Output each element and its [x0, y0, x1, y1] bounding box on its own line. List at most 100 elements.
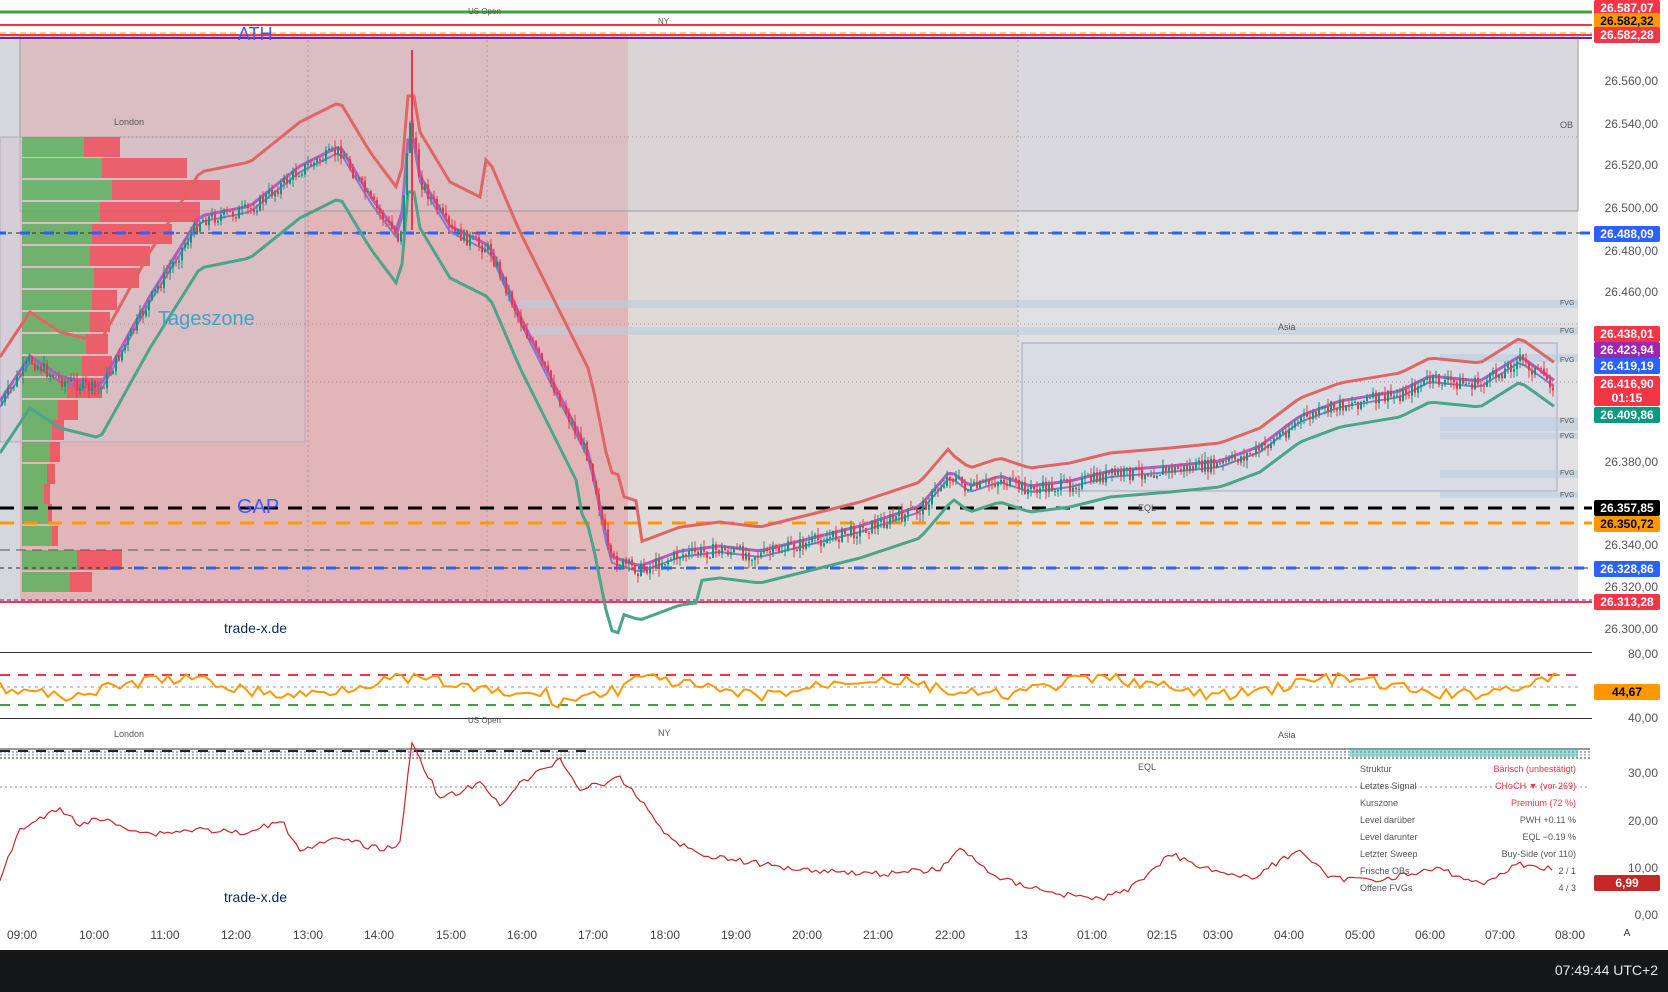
- candle-body: [103, 387, 105, 389]
- candle-body: [418, 149, 420, 177]
- candle-body: [868, 532, 870, 534]
- candle-body: [1207, 459, 1209, 473]
- candle-body: [535, 341, 537, 349]
- candle-body: [130, 329, 132, 336]
- watermark-lower: trade-x.de: [224, 889, 288, 905]
- info-table-row: Letzter Sweep Buy-Side (vor 110): [1360, 849, 1576, 865]
- candle-body: [1144, 474, 1146, 480]
- candle-body: [799, 539, 801, 551]
- indicator-tick: 30,00: [1627, 766, 1658, 780]
- price-badge: 26.438,01: [1594, 326, 1660, 342]
- price-axis[interactable]: 26.560,00 26.540,00 26.520,00 26.500,00 26.4…: [1592, 0, 1668, 942]
- time-tick: 21:00: [862, 928, 894, 942]
- candle-body: [673, 552, 675, 560]
- candle-body: [1543, 368, 1545, 376]
- price-tick: 26.380,00: [1604, 455, 1658, 469]
- candle-body: [538, 348, 540, 354]
- fvg-label: FVG: [1560, 357, 1575, 364]
- candle-body: [622, 559, 624, 568]
- candle-body: [859, 526, 861, 537]
- candle-body: [1108, 471, 1110, 474]
- candle-body: [1366, 397, 1368, 401]
- time-tick: 22:00: [934, 928, 966, 942]
- auto-scale-button[interactable]: A: [1619, 926, 1635, 942]
- candle-body: [1378, 392, 1380, 403]
- time-tick: 15:00: [435, 928, 467, 942]
- time-axis[interactable]: 09:00 10:00 11:00 12:00 13:00 14:00 15:00 16:00…: [0, 922, 1592, 948]
- candle-body: [472, 236, 474, 238]
- info-table-value: EQL −0.19 %: [1522, 832, 1576, 842]
- candle-body: [1453, 379, 1455, 383]
- info-table-row: Letztes Signal CHoCH ▼ (vor 269): [1360, 781, 1576, 797]
- candle-body: [100, 387, 102, 389]
- candle-body: [1405, 389, 1407, 395]
- candle-body: [1138, 467, 1140, 470]
- candle-body: [1099, 474, 1101, 482]
- candle-body: [1414, 383, 1416, 393]
- info-table-value: 4 / 3: [1558, 883, 1576, 893]
- candle-body: [874, 520, 876, 529]
- candle-body: [697, 551, 699, 555]
- candle-body: [1243, 456, 1245, 461]
- candle-body: [1438, 374, 1440, 385]
- candle-body: [811, 537, 813, 542]
- candle-body: [889, 515, 891, 525]
- candle-body: [775, 544, 777, 548]
- candle-body: [1504, 368, 1506, 379]
- time-tick: 05:00: [1344, 928, 1376, 942]
- candle-body: [847, 533, 849, 536]
- candle-body: [313, 162, 315, 167]
- candle-body: [1336, 408, 1338, 411]
- candle-body: [745, 552, 747, 560]
- candle-body: [154, 289, 156, 291]
- candle-body: [115, 355, 117, 372]
- candle-body: [565, 405, 567, 414]
- candle-body: [664, 564, 666, 566]
- rsi-pane[interactable]: [0, 653, 1592, 717]
- candle-body: [1267, 445, 1269, 448]
- time-tick: 11:00: [150, 928, 180, 942]
- candle-body: [439, 207, 441, 210]
- candle-body: [307, 163, 309, 165]
- candle-body: [1393, 395, 1395, 397]
- candle-body: [385, 219, 387, 221]
- status-bar: 07:49:44 UTC+2: [0, 950, 1668, 992]
- candle-body: [181, 248, 183, 261]
- clock-display[interactable]: 07:49:44 UTC+2: [1555, 962, 1658, 978]
- candle-body: [1051, 484, 1053, 492]
- candle-body: [1528, 362, 1530, 371]
- candle-body: [55, 376, 57, 378]
- candle-body: [652, 566, 654, 569]
- candle-body: [1069, 481, 1071, 492]
- candle-body: [1132, 468, 1134, 480]
- candle-body: [1027, 489, 1029, 495]
- candle-body: [91, 381, 93, 391]
- candle-body: [1189, 466, 1191, 471]
- candle-body: [1459, 378, 1461, 389]
- candle-body: [1036, 489, 1038, 493]
- candle-body: [202, 219, 204, 223]
- candle-body: [196, 223, 198, 232]
- candle-body: [484, 249, 486, 253]
- candle-body: [1039, 488, 1041, 493]
- price-tick: 26.500,00: [1604, 201, 1658, 215]
- candle-body: [709, 557, 711, 559]
- candle-body: [256, 210, 258, 213]
- candle-body: [112, 371, 114, 375]
- candle-body: [1021, 482, 1023, 489]
- volume-bar-sell: [92, 290, 117, 310]
- candle-body: [337, 146, 339, 155]
- asia-label-lower: Asia: [1278, 730, 1296, 740]
- chart-area[interactable]: ATH GAP Tageszone trade-x.de London US O…: [0, 0, 1668, 942]
- candle-body: [955, 477, 957, 481]
- candle-body: [1249, 453, 1251, 454]
- candle-body: [1501, 374, 1503, 379]
- candle-body: [1288, 429, 1290, 438]
- candle-body: [259, 196, 261, 211]
- ind-line: [0, 740, 1553, 901]
- indicator-tick: 0,00: [1634, 908, 1658, 922]
- eql-label: EQL: [1138, 503, 1157, 513]
- candle-body: [85, 379, 87, 383]
- info-table-key: Offene FVGs: [1360, 883, 1413, 893]
- candle-body: [1276, 437, 1278, 439]
